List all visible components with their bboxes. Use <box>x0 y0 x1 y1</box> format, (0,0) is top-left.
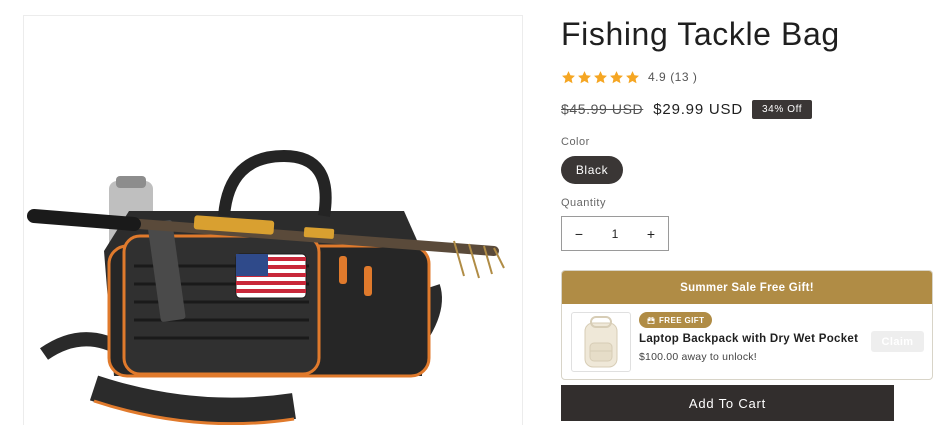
minus-icon[interactable]: − <box>562 217 596 250</box>
quantity-label: Quantity <box>561 197 606 209</box>
color-option-black[interactable]: Black <box>561 156 623 184</box>
price-row: $45.99 USD $29.99 USD 34% Off <box>561 98 813 120</box>
product-title: Fishing Tackle Bag <box>561 16 840 52</box>
gift-icon <box>647 317 655 324</box>
add-to-cart-button[interactable]: Add To Cart <box>561 385 894 421</box>
quantity-input[interactable]: 1 <box>596 227 634 241</box>
claim-button[interactable]: Claim <box>871 331 924 352</box>
star-icon <box>562 70 575 83</box>
gift-product-name: Laptop Backpack with Dry Wet Pocket <box>639 333 859 345</box>
product-image-gallery[interactable] <box>23 15 523 425</box>
star-icon <box>578 70 591 83</box>
star-icon <box>610 70 623 83</box>
product-info: Fishing Tackle Bag 4.9 (13 ) $45.99 USD … <box>561 0 933 425</box>
free-gift-card: Summer Sale Free Gift! FREE GIFT Laptop … <box>561 270 933 380</box>
star-icon <box>626 70 639 83</box>
sale-price: $29.99 USD <box>653 100 743 118</box>
review-count[interactable]: (13 ) <box>670 70 697 84</box>
gift-thumbnail <box>571 312 631 372</box>
discount-badge: 34% Off <box>752 99 813 119</box>
star-icon <box>594 70 607 83</box>
product-image <box>27 149 505 425</box>
quantity-stepper: − 1 + <box>561 216 669 251</box>
free-gift-tag-label: FREE GIFT <box>659 315 705 325</box>
gift-unlock-text: $100.00 away to unlock! <box>639 351 757 363</box>
color-label: Color <box>561 136 590 148</box>
gift-body: FREE GIFT Laptop Backpack with Dry Wet P… <box>562 304 932 379</box>
rating-value: 4.9 <box>648 70 667 84</box>
gift-header: Summer Sale Free Gift! <box>562 271 932 304</box>
plus-icon[interactable]: + <box>634 217 668 250</box>
backpack-image <box>584 316 618 368</box>
free-gift-tag: FREE GIFT <box>639 312 713 328</box>
rating-stars <box>561 70 640 85</box>
product-rating[interactable]: 4.9 (13 ) <box>561 68 697 86</box>
original-price: $45.99 USD <box>561 101 644 117</box>
